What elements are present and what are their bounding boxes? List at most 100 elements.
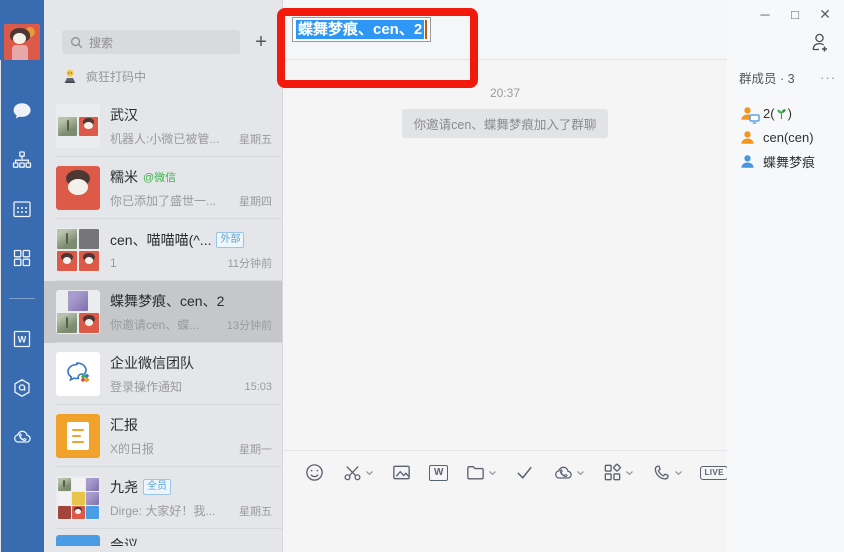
chat-name: 糯米	[110, 169, 138, 185]
more-options-button[interactable]: ···	[820, 70, 836, 85]
chevron-down-icon	[626, 470, 634, 475]
group-members-panel: 群成员 · 3 ··· 2() cen(cen) 蝶舞梦痕	[727, 0, 844, 552]
group-avatar	[56, 476, 100, 520]
group-avatar	[56, 228, 100, 272]
meeting-icon[interactable]	[547, 462, 590, 484]
contacts-icon[interactable]	[11, 149, 33, 171]
message-time-label: 20:37	[489, 86, 521, 100]
list-item-nuomi[interactable]: 糯米 @微信 你已添加了盛世一... 星期四	[44, 157, 282, 219]
chat-header: 蝶舞梦痕、cen、2	[283, 0, 727, 60]
chat-icon[interactable]	[11, 100, 33, 122]
message-area: 20:37 你邀请cen、蝶舞梦痕加入了群聊	[283, 60, 727, 450]
person-orange-icon	[739, 129, 756, 146]
chat-last-message: 1	[110, 255, 117, 270]
chat-time: 星期一	[239, 443, 272, 456]
app-center-icon[interactable]	[11, 377, 33, 399]
user-avatar[interactable]	[4, 24, 40, 60]
search-input[interactable]: 搜索	[62, 30, 240, 54]
doc-icon[interactable]: W	[424, 464, 453, 481]
chat-last-message: X的日报	[110, 442, 155, 456]
person-orange-pc-icon	[739, 105, 760, 124]
folder-icon[interactable]	[460, 462, 502, 483]
emoji-icon[interactable]	[299, 462, 330, 483]
app-avatar	[56, 535, 100, 546]
member-name: 2()	[763, 105, 792, 121]
search-placeholder: 搜索	[89, 35, 114, 50]
text-caret	[425, 20, 428, 39]
chat-name: 汇报	[110, 417, 138, 433]
chevron-down-icon	[366, 470, 373, 475]
message-toolbar: W LIVE	[283, 450, 774, 494]
person-blue-icon	[739, 153, 756, 170]
all-members-badge: 全员	[143, 479, 171, 495]
maximize-button[interactable]: □	[780, 3, 810, 25]
chat-name: 武汉	[110, 107, 138, 123]
svg-text:W: W	[18, 335, 27, 345]
chat-name: cen、喵喵喵(^...	[110, 231, 212, 248]
person-coding-emoji-icon	[64, 69, 76, 83]
cloud-call-icon[interactable]	[11, 426, 33, 448]
todo-icon[interactable]	[509, 462, 540, 483]
image-icon[interactable]	[386, 462, 417, 483]
pc-online-icon	[749, 113, 760, 124]
group-avatar	[56, 104, 100, 148]
chat-last-message: 登录操作通知	[110, 380, 183, 394]
status-text: 疯狂打码中	[86, 70, 147, 84]
chat-name: 九尧	[110, 479, 138, 495]
workbench-icon[interactable]	[11, 247, 33, 269]
wecom-window: W 搜索 + 疯狂打码中 武汉 机器人:小微已被管... 星期五 糯米 @微信 …	[0, 0, 844, 552]
member-name: cen(cen)	[763, 129, 814, 145]
schedule-icon[interactable]	[11, 198, 33, 220]
list-item-diewumenghen-selected[interactable]: 蝶舞梦痕、cen、2 你邀请cen、蝶... 13分钟前	[44, 281, 282, 343]
member-row-self[interactable]: 2()	[739, 101, 836, 125]
chat-name: 会议	[110, 537, 138, 546]
window-controls: ─ □ ✕	[750, 3, 840, 25]
list-item-wuhan[interactable]: 武汉 机器人:小微已被管... 星期五	[44, 95, 282, 157]
message-input-area[interactable]	[283, 494, 727, 552]
chat-name: 企业微信团队	[110, 355, 194, 371]
contact-avatar	[56, 166, 100, 210]
close-button[interactable]: ✕	[810, 3, 840, 25]
system-message: 你邀请cen、蝶舞梦痕加入了群聊	[401, 109, 609, 138]
list-item-huibao[interactable]: 汇报 X的日报 星期一	[44, 405, 282, 467]
add-chat-button[interactable]: +	[250, 31, 272, 53]
group-name-edit-field[interactable]: 蝶舞梦痕、cen、2	[292, 17, 432, 42]
sidebar-divider	[9, 298, 35, 299]
list-item-cen-miao[interactable]: cen、喵喵喵(^... 外部 1 11分钟前	[44, 219, 282, 281]
chat-time: 15:03	[244, 380, 272, 393]
status-row[interactable]: 疯狂打码中	[44, 62, 282, 95]
list-item-wecom-team[interactable]: 企业微信团队 登录操作通知 15:03	[44, 343, 282, 405]
chat-list-panel: 搜索 + 疯狂打码中 武汉 机器人:小微已被管... 星期五 糯米 @微信 你已添加…	[44, 0, 283, 552]
search-icon	[71, 36, 83, 48]
wechat-tag: @微信	[143, 172, 177, 184]
docs-icon[interactable]: W	[11, 328, 33, 350]
chat-main: 蝶舞梦痕、cen、2 20:37 你邀请cen、蝶舞梦痕加入了群聊 W LIVE	[283, 0, 774, 552]
add-member-icon[interactable]	[807, 30, 831, 57]
app-sidebar: W	[0, 0, 44, 552]
chat-items: 武汉 机器人:小微已被管... 星期五 糯米 @微信 你已添加了盛世一... 星期四 …	[44, 95, 282, 552]
member-row-diewumenghen[interactable]: 蝶舞梦痕	[739, 149, 836, 173]
screenshot-icon[interactable]	[337, 462, 379, 483]
external-badge: 外部	[216, 231, 245, 248]
chat-last-message: Dirge: 大家好！我...	[110, 504, 216, 518]
call-icon[interactable]	[646, 462, 688, 483]
wecom-logo-avatar	[56, 352, 100, 396]
chevron-down-icon	[577, 470, 585, 475]
group-avatar	[56, 290, 100, 334]
report-app-avatar	[56, 414, 100, 458]
seedling-emoji-icon	[776, 108, 786, 119]
list-item-jiuyao[interactable]: 九尧 全员 Dirge: 大家好！我... 星期五	[44, 467, 282, 529]
minimize-button[interactable]: ─	[750, 3, 780, 25]
list-item-partial[interactable]: 会议	[44, 529, 282, 546]
member-row-cen[interactable]: cen(cen)	[739, 125, 836, 149]
chat-time: 星期四	[239, 195, 272, 208]
chat-time: 11分钟前	[227, 257, 272, 270]
chat-time: 13分钟前	[226, 319, 272, 332]
chat-last-message: 机器人:小微已被管...	[110, 132, 220, 146]
apps-icon[interactable]	[597, 462, 639, 483]
chat-time: 星期五	[239, 505, 272, 518]
members-panel-title: 群成员 · 3	[739, 72, 795, 86]
group-name-selected-text: 蝶舞梦痕、cen、2	[296, 20, 425, 39]
chat-time: 星期五	[239, 133, 272, 146]
chat-last-message: 你已添加了盛世一...	[110, 194, 217, 208]
